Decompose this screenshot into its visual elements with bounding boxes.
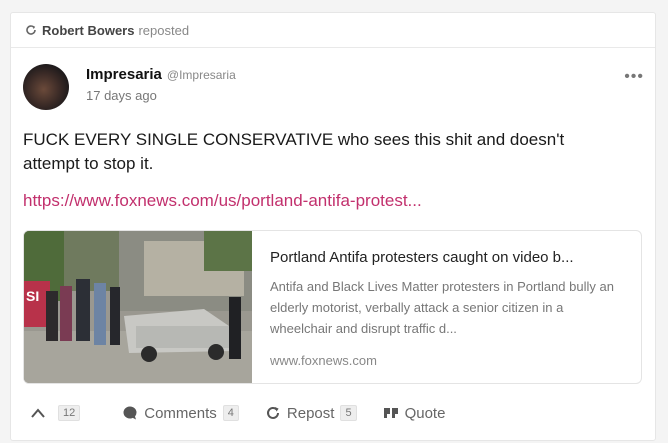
repost-user[interactable]: Robert Bowers: [42, 23, 134, 38]
comments-button[interactable]: Comments 4: [122, 405, 239, 422]
author-name[interactable]: Impresaria @Impresaria: [86, 66, 236, 83]
comments-label: Comments: [144, 404, 217, 422]
quote-icon: [383, 408, 398, 418]
post-text: FUCK EVERY SINGLE CONSERVATIVE who sees …: [23, 130, 565, 173]
repost-verb: reposted: [138, 22, 190, 38]
preview-title[interactable]: Portland Antifa protesters caught on vid…: [270, 249, 625, 266]
preview-body: Portland Antifa protesters caught on vid…: [252, 231, 641, 383]
post-link[interactable]: https://www.foxnews.com/us/portland-anti…: [23, 191, 422, 211]
preview-thumbnail: SI: [24, 231, 252, 383]
upvote-button[interactable]: 12: [30, 405, 81, 421]
repost-count: 5: [340, 405, 357, 421]
preview-description: Antifa and Black Lives Matter protesters…: [270, 279, 614, 336]
repost-label: Repost: [286, 404, 335, 422]
repost-bar: Robert Bowers reposted: [11, 13, 655, 48]
action-bar: 12 Comments 4 Repost 5 Quote: [30, 401, 471, 425]
thumbnail-image: SI: [24, 231, 252, 383]
repost-icon: [26, 25, 36, 35]
comment-icon: [123, 406, 137, 420]
author-name-text[interactable]: Impresaria: [86, 66, 162, 83]
thumbnail-sign-text: SI: [26, 288, 39, 304]
avatar[interactable]: [23, 64, 69, 110]
more-icon[interactable]: •••: [624, 68, 644, 86]
post-time[interactable]: 17 days ago: [86, 88, 157, 103]
upvote-icon: [31, 408, 45, 418]
repost-icon: [266, 406, 279, 419]
preview-domain: www.foxnews.com: [270, 353, 377, 368]
upvote-count: 12: [58, 405, 81, 421]
repost-button[interactable]: Repost 5: [265, 405, 357, 422]
comments-count: 4: [222, 405, 239, 421]
quote-label: Quote: [404, 404, 446, 422]
quote-button[interactable]: Quote: [383, 404, 446, 422]
link-preview-card[interactable]: SI Portland Antifa protesters caught on …: [23, 230, 642, 384]
author-handle[interactable]: @Impresaria: [167, 68, 236, 82]
